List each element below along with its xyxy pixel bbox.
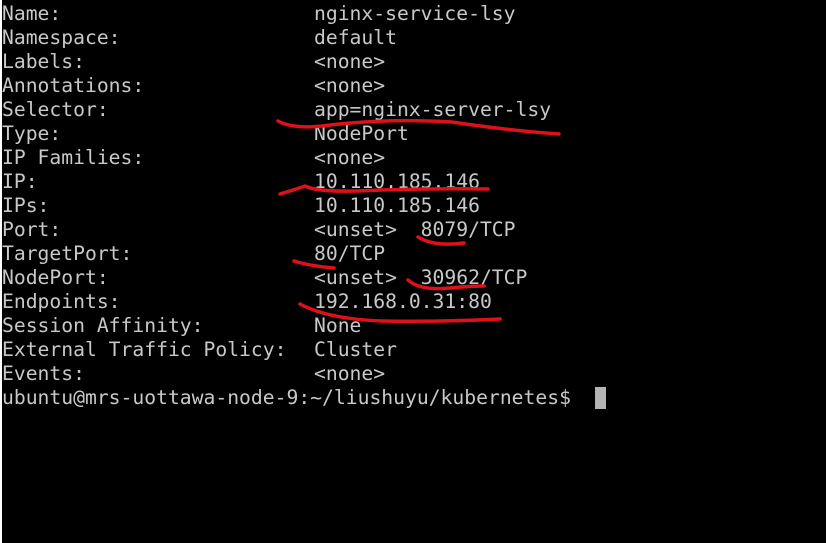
field-key: Labels: <box>2 50 85 73</box>
output-row-ip-families: IP Families: <none> <box>2 146 606 170</box>
field-value: app=nginx-server-lsy <box>314 98 552 121</box>
field-value: Cluster <box>314 338 397 361</box>
field-key: Port: <box>2 218 62 241</box>
field-key: Selector: <box>2 98 109 121</box>
field-key: Session Affinity: <box>2 314 204 337</box>
field-key: NodePort: <box>2 266 109 289</box>
field-value: <none> <box>314 74 386 97</box>
output-row-name: Name: nginx-service-lsy <box>2 2 606 26</box>
output-row-namespace: Namespace: default <box>2 26 606 50</box>
field-value: <unset> 30962/TCP <box>314 266 528 289</box>
output-row-nodeport: NodePort: <unset> 30962/TCP <box>2 266 606 290</box>
output-row-ip: IP: 10.110.185.146 <box>2 170 606 194</box>
output-row-annotations: Annotations: <none> <box>2 74 606 98</box>
output-row-type: Type: NodePort <box>2 122 606 146</box>
output-row-events: Events: <none> <box>2 362 606 386</box>
output-row-endpoints: Endpoints: 192.168.0.31:80 <box>2 290 606 314</box>
output-row-targetport: TargetPort: 80/TCP <box>2 242 606 266</box>
field-value: <unset> 8079/TCP <box>314 218 516 241</box>
command-prompt[interactable]: ubuntu@mrs-uottawa-node-9:~/liushuyu/kub… <box>2 386 606 410</box>
field-key: IPs: <box>2 194 50 217</box>
output-row-ips: IPs: 10.110.185.146 <box>2 194 606 218</box>
output-row-port: Port: <unset> 8079/TCP <box>2 218 606 242</box>
field-key: Namespace: <box>2 26 121 49</box>
field-value: nginx-service-lsy <box>314 2 516 25</box>
field-value: <none> <box>314 362 386 385</box>
terminal-output: Name: nginx-service-lsy Namespace: default… <box>2 2 606 410</box>
output-row-selector: Selector: app=nginx-server-lsy <box>2 98 606 122</box>
field-value: 10.110.185.146 <box>314 170 480 193</box>
output-row-external-traffic-policy: External Traffic Policy: Cluster <box>2 338 606 362</box>
field-value: None <box>314 314 362 337</box>
output-row-session-affinity: Session Affinity: None <box>2 314 606 338</box>
field-value: 80/TCP <box>314 242 386 265</box>
output-row-labels: Labels: <none> <box>2 50 606 74</box>
field-key: IP: <box>2 170 38 193</box>
text-cursor <box>594 387 606 409</box>
field-value: <none> <box>314 146 386 169</box>
field-key: IP Families: <box>2 146 145 169</box>
field-key: Events: <box>2 362 85 385</box>
field-value: 10.110.185.146 <box>314 194 480 217</box>
field-value: <none> <box>314 50 386 73</box>
field-key: Endpoints: <box>2 290 121 313</box>
field-key: External Traffic Policy: <box>2 338 287 361</box>
prompt-text: ubuntu@mrs-uottawa-node-9:~/liushuyu/kub… <box>2 386 583 409</box>
field-value: NodePort <box>314 122 409 145</box>
terminal-window[interactable]: Name: nginx-service-lsy Namespace: default… <box>2 0 826 543</box>
field-key: TargetPort: <box>2 242 133 265</box>
field-key: Annotations: <box>2 74 145 97</box>
field-key: Name: <box>2 2 62 25</box>
field-key: Type: <box>2 122 62 145</box>
field-value: default <box>314 26 397 49</box>
field-value: 192.168.0.31:80 <box>314 290 492 313</box>
